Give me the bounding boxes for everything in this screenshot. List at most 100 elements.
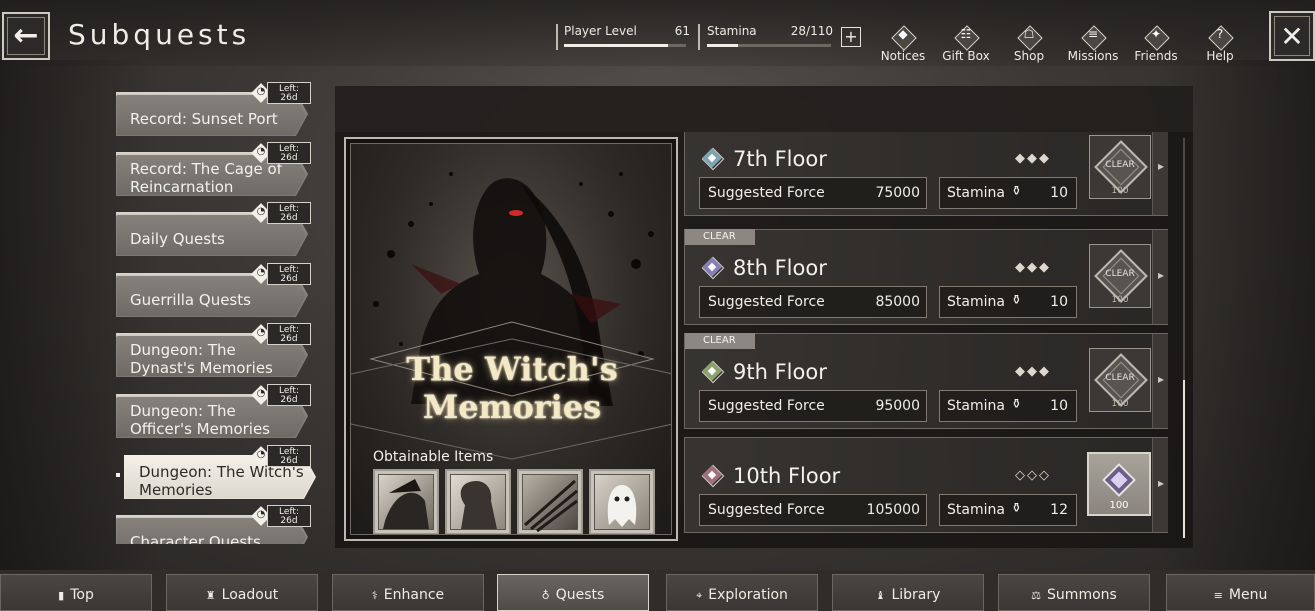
obtainable-item[interactable] bbox=[373, 469, 439, 534]
bottom-nav-label: Exploration bbox=[708, 587, 788, 603]
bottom-nav-summons-button[interactable]: ⚖ Summons bbox=[998, 574, 1150, 611]
quest-item[interactable]: Character Quests ◔ Left: 26d bbox=[116, 505, 312, 544]
suggested-force-field: Suggested Force 85000 bbox=[699, 286, 927, 318]
floor-rating-stars: ◆◆◆ bbox=[1015, 151, 1051, 166]
suggested-force-field: Suggested Force 95000 bbox=[699, 390, 927, 422]
quest-item[interactable]: Record: The Cage of Reincarnation ◔ Left: 2… bbox=[116, 142, 312, 196]
bottom-nav-menu-button[interactable]: ≡ Menu bbox=[1166, 574, 1315, 611]
nav-help-button[interactable]: ? Help bbox=[1190, 26, 1250, 63]
time-left-badge: ◔ Left: 26d bbox=[251, 82, 313, 104]
chevron-right-icon: ▸ bbox=[1157, 476, 1164, 490]
suggested-force-value: 75000 bbox=[875, 185, 920, 201]
shop-icon: ☖ bbox=[1018, 26, 1040, 48]
suggested-force-label: Suggested Force bbox=[708, 502, 825, 518]
obtainable-item[interactable] bbox=[517, 469, 583, 534]
bottom-nav-loadout-button[interactable]: ♜ Loadout bbox=[166, 574, 318, 611]
suggested-force-label: Suggested Force bbox=[708, 294, 825, 310]
chevron-right-icon: ▸ bbox=[1157, 268, 1164, 282]
chevron-right-icon: ▸ bbox=[1157, 159, 1164, 173]
add-stamina-button[interactable]: + bbox=[841, 27, 861, 47]
chevron-right-icon: ▸ bbox=[1157, 372, 1164, 386]
bottom-nav-label: Top bbox=[70, 587, 94, 603]
quest-item[interactable]: Dungeon: The Dynast's Memories ◔ Left: 26d bbox=[116, 323, 312, 377]
stamina-stat: Stamina 28/110 bbox=[701, 22, 837, 52]
notices-icon: ◆ bbox=[892, 26, 914, 48]
quest-item-name: Guerrilla Quests bbox=[130, 291, 251, 309]
quest-item-name: Dungeon: The Witch's Memories bbox=[139, 463, 304, 499]
featured-dungeon-card: The Witch's Memories Obtainable Items bbox=[344, 137, 678, 541]
floor-name: 10th Floor bbox=[733, 464, 841, 488]
nav-label: Gift Box bbox=[942, 49, 990, 63]
floor-gem-icon bbox=[701, 360, 723, 382]
bottom-nav-quests-button[interactable]: ♁ Quests bbox=[497, 574, 649, 611]
time-left-value: 26d bbox=[280, 213, 298, 223]
stamina-cost-field: Stamina ⚱ 10 bbox=[939, 390, 1077, 422]
quest-item[interactable]: Dungeon: The Witch's Memories ◔ Left: 26d bbox=[116, 445, 316, 499]
suggested-force-label: Suggested Force bbox=[708, 185, 825, 201]
quest-item-name: Character Quests bbox=[130, 533, 261, 544]
time-left-badge: ◔ Left: 26d bbox=[251, 445, 313, 467]
stamina-bar bbox=[707, 44, 831, 47]
loadout-icon: ♜ bbox=[205, 589, 216, 602]
floor-rating-stars: ◇◇◇ bbox=[1015, 468, 1051, 483]
reward-count: 100 bbox=[1109, 500, 1129, 511]
subquest-list: Record: Sunset Port ◔ Left: 26d Record: The … bbox=[116, 82, 316, 544]
time-left-badge: ◔ Left: 26d bbox=[251, 142, 313, 164]
obtainable-item[interactable] bbox=[589, 469, 655, 534]
player-level-value: 61 bbox=[674, 24, 690, 38]
stamina-cost-value: 12 bbox=[1050, 502, 1068, 518]
quest-item[interactable]: Dungeon: The Officer's Memories ◔ Left: 26d bbox=[116, 384, 312, 438]
stamina-cost-value: 10 bbox=[1050, 398, 1068, 414]
cleared-tag: CLEAR bbox=[685, 333, 755, 349]
player-level-stat: Player Level 61 bbox=[558, 22, 694, 52]
floor-list-scroll-thumb[interactable] bbox=[1183, 380, 1185, 538]
back-button[interactable]: ← bbox=[2, 12, 50, 60]
suggested-force-label: Suggested Force bbox=[708, 398, 825, 414]
gift-icon: ☷ bbox=[955, 26, 977, 48]
bottom-nav-enhance-button[interactable]: ⚕ Enhance bbox=[332, 574, 484, 611]
nav-notices-button[interactable]: ◆ Notices bbox=[873, 26, 933, 63]
bottom-nav-top-button[interactable]: ▮ Top bbox=[0, 574, 152, 611]
floor-row[interactable]: CLEAR 8th Floor ◆◆◆ Suggested Force 85000 Sta… bbox=[684, 229, 1168, 325]
bottom-nav-library-button[interactable]: ♝ Library bbox=[832, 574, 984, 611]
stamina-cost-label: Stamina bbox=[947, 502, 1005, 518]
floor-row[interactable]: 7th Floor ◆◆◆ Suggested Force 75000 Stamina ⚱… bbox=[684, 132, 1168, 216]
floor-row[interactable]: 10th Floor ◇◇◇ Suggested Force 105000 Stamin… bbox=[684, 437, 1168, 533]
obtainable-item[interactable] bbox=[445, 469, 511, 534]
enhance-icon: ⚕ bbox=[371, 589, 378, 602]
stamina-cost-field: Stamina ⚱ 12 bbox=[939, 494, 1077, 526]
suggested-force-field: Suggested Force 75000 bbox=[699, 177, 927, 209]
back-arrow-icon: ← bbox=[7, 17, 45, 55]
home-button[interactable]: ✕ bbox=[1269, 11, 1315, 61]
stamina-cost-label: Stamina bbox=[947, 294, 1005, 310]
bottom-nav-label: Summons bbox=[1047, 587, 1117, 603]
player-level-bar-fill bbox=[564, 44, 668, 47]
reward-count: 100 bbox=[1111, 295, 1129, 305]
floor-gem-icon bbox=[701, 256, 723, 278]
time-left-value: 26d bbox=[280, 93, 298, 103]
quest-item[interactable]: Record: Sunset Port ◔ Left: 26d bbox=[116, 82, 312, 136]
nav-label: Help bbox=[1206, 49, 1234, 63]
stamina-cost-field: Stamina ⚱ 10 bbox=[939, 177, 1077, 209]
nav-gift-box-button[interactable]: ☷ Gift Box bbox=[936, 26, 996, 63]
stamina-value: 28/110 bbox=[790, 24, 833, 38]
floor-rating-stars: ◆◆◆ bbox=[1015, 364, 1051, 379]
suggested-force-field: Suggested Force 105000 bbox=[699, 494, 927, 526]
nav-missions-button[interactable]: ≡ Missions bbox=[1063, 26, 1123, 63]
bottom-nav-exploration-button[interactable]: ⌖ Exploration bbox=[666, 574, 818, 611]
time-left-value: 26d bbox=[280, 395, 298, 405]
stamina-cost-label: Stamina bbox=[947, 185, 1005, 201]
nav-label: Shop bbox=[1013, 49, 1045, 63]
floor-row-expander[interactable] bbox=[1152, 132, 1168, 215]
stamina-cost-value: 10 bbox=[1050, 294, 1068, 310]
stamina-potion-icon: ⚱ bbox=[1011, 293, 1022, 308]
floor-row[interactable]: CLEAR 9th Floor ◆◆◆ Suggested Force 95000 Sta… bbox=[684, 333, 1168, 429]
first-clear-reward[interactable]: 100 bbox=[1087, 452, 1151, 516]
dungeon-title: The Witch's Memories bbox=[351, 350, 671, 426]
floor-name: 9th Floor bbox=[733, 360, 827, 384]
nav-shop-button[interactable]: ☖ Shop bbox=[999, 26, 1059, 63]
dungeon-artwork: The Witch's Memories Obtainable Items bbox=[350, 143, 672, 535]
quest-item[interactable]: Daily Quests ◔ Left: 26d bbox=[116, 202, 312, 256]
nav-friends-button[interactable]: ✦ Friends bbox=[1126, 26, 1186, 63]
quest-item[interactable]: Guerrilla Quests ◔ Left: 26d bbox=[116, 263, 312, 317]
